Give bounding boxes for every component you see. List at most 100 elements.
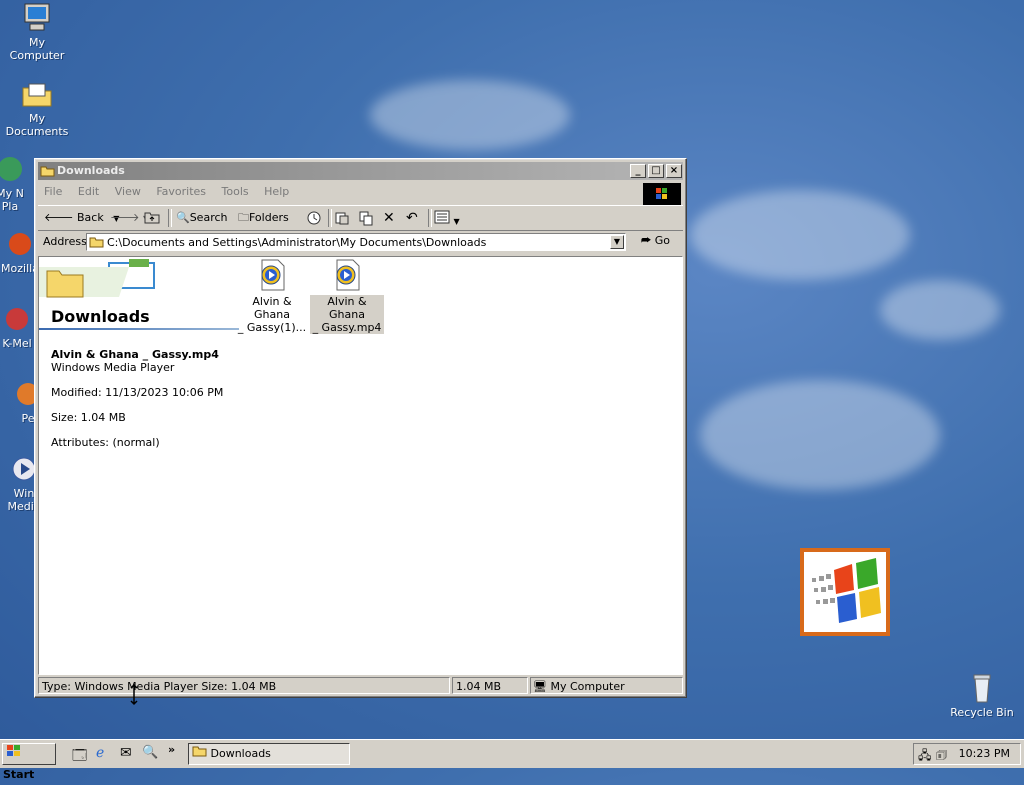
computer-icon: 🖥 (533, 680, 547, 693)
menu-favorites[interactable]: Favorites (150, 182, 212, 201)
file-attributes: Attributes: (normal) (51, 436, 160, 449)
menu-file[interactable]: File (38, 182, 68, 201)
taskbar-window-button[interactable]: Downloads (188, 743, 350, 765)
go-button[interactable]: ⮫ Go (641, 234, 670, 248)
menu-tools[interactable]: Tools (216, 182, 255, 201)
address-bar: Address C:\Documents and Settings\Admini… (38, 231, 683, 255)
tray-app-icon[interactable]: 🗊 (936, 746, 947, 767)
desktop-icon-label: My Documents (5, 112, 69, 138)
windows-flag-icon (5, 744, 21, 765)
undo-button[interactable]: ↶ (406, 210, 418, 226)
modified-date: Modified: 11/13/2023 10:06 PM (51, 386, 224, 399)
folder-icon (192, 744, 207, 764)
folders-icon: 🗀 (238, 211, 249, 224)
move-to-icon (335, 212, 349, 225)
go-arrow-icon: ⮫ (641, 234, 652, 247)
status-size: 1.04 MB (452, 677, 528, 694)
file-name-line: Alvin & Ghana (327, 295, 367, 321)
minimize-button[interactable]: _ (630, 164, 646, 178)
menu-help[interactable]: Help (258, 182, 295, 201)
start-label: Start (3, 768, 35, 781)
status-zone-label: My Computer (550, 680, 625, 693)
chevron-down-icon: ▼ (453, 217, 460, 226)
title-bar[interactable]: Downloads _ □ × (38, 162, 683, 180)
address-dropdown-button[interactable]: ▼ (610, 235, 624, 249)
desktop-icon-recycle-bin[interactable]: Recycle Bin (945, 672, 1019, 719)
views-icon (434, 210, 450, 224)
menu-view[interactable]: View (109, 182, 147, 201)
windows-flag-icon (643, 183, 681, 205)
media-file-icon (331, 259, 363, 291)
file-name-line: _ Gassy.mp4 (312, 321, 382, 334)
back-arrow-icon: 🡐 (44, 211, 74, 224)
go-label: Go (654, 234, 671, 247)
undo-icon: ↶ (406, 210, 418, 226)
search-icon[interactable]: 🔍 (142, 745, 158, 760)
status-info: Type: Windows Media Player Size: 1.04 MB (38, 677, 450, 694)
standard-toolbar: 🡐 Back ▼ 🡒 ▼ 🔍Search 🗀Folders ✕ ↶ (38, 205, 683, 231)
views-button[interactable]: ▼ (434, 210, 460, 226)
network-icon[interactable]: 🖧 (918, 746, 931, 767)
folder-title: Downloads (51, 307, 150, 326)
show-desktop-icon[interactable]: 🗔 (72, 745, 87, 769)
start-button[interactable]: Start (2, 743, 56, 781)
copy-to-button[interactable] (358, 210, 374, 226)
back-button[interactable]: 🡐 Back ▼ (44, 210, 119, 226)
address-input[interactable]: C:\Documents and Settings\Administrator\… (86, 233, 626, 251)
mozilla-icon (4, 228, 36, 260)
history-button[interactable] (306, 210, 322, 226)
search-icon: 🔍 (176, 211, 190, 224)
up-folder-icon (144, 212, 160, 224)
globe-icon (0, 153, 26, 185)
delete-icon: ✕ (383, 210, 395, 226)
file-item[interactable]: Alvin & Ghana _ Gassy(1)... (235, 259, 309, 334)
address-label: Address (43, 235, 87, 248)
menu-edit[interactable]: Edit (72, 182, 105, 201)
window-title: Downloads (57, 164, 125, 177)
back-label: Back (77, 211, 104, 224)
media-file-icon (256, 259, 288, 291)
file-size: Size: 1.04 MB (51, 411, 126, 424)
folder-content-area[interactable]: Downloads Alvin & Ghana _ Gassy.mp4 Wind… (38, 256, 683, 675)
outlook-express-icon[interactable]: ✉ (120, 745, 132, 761)
file-item-selected[interactable]: Alvin & Ghana _ Gassy.mp4 (310, 259, 384, 334)
copy-to-icon (359, 211, 373, 226)
up-folder-button[interactable] (144, 210, 160, 226)
folder-icon (40, 164, 55, 183)
address-value: C:\Documents and Settings\Administrator\… (107, 236, 487, 249)
taskbar: Start 🗔 ℯ ✉ 🔍 » Downloads 🖧 🗊 10:23 PM (0, 739, 1024, 781)
desktop-icon-label: My Computer (9, 36, 65, 62)
folders-button[interactable]: 🗀Folders (238, 210, 289, 226)
windows-logo-image (800, 548, 890, 636)
mouse-cursor-icon (129, 683, 139, 709)
status-zone: 🖥 My Computer (530, 677, 683, 694)
documents-folder-icon (21, 78, 53, 110)
desktop-icon-my-computer[interactable]: My Computer (0, 2, 74, 62)
computer-icon (21, 2, 53, 34)
close-button[interactable]: × (666, 164, 682, 178)
title-underline (39, 328, 239, 330)
menu-bar: File Edit View Favorites Tools Help (38, 182, 683, 205)
selected-file-name: Alvin & Ghana _ Gassy.mp4 (51, 348, 219, 361)
system-tray: 🖧 🗊 10:23 PM (913, 743, 1021, 765)
taskbar-window-label: Downloads (210, 747, 271, 760)
history-icon (307, 211, 321, 225)
internet-explorer-icon[interactable]: ℯ (96, 745, 104, 761)
clock[interactable]: 10:23 PM (959, 747, 1010, 760)
file-name-line: _ Gassy(1)... (237, 321, 307, 334)
maximize-button[interactable]: □ (648, 164, 664, 178)
folder-icon (89, 235, 104, 251)
explorer-window: Downloads _ □ × File Edit View Favorites… (34, 158, 687, 698)
move-to-button[interactable] (334, 210, 350, 226)
folders-label: Folders (249, 211, 289, 224)
selected-file-type: Windows Media Player (51, 361, 175, 374)
k-meleon-icon (1, 303, 33, 335)
desktop-icon-label: Recycle Bin (950, 706, 1014, 719)
search-button[interactable]: 🔍Search (176, 210, 228, 226)
recycle-bin-icon (966, 672, 998, 704)
delete-button[interactable]: ✕ (383, 210, 395, 226)
quick-launch-chevron[interactable]: » (168, 743, 175, 756)
folder-info-panel: Downloads Alvin & Ghana _ Gassy.mp4 Wind… (39, 257, 239, 457)
desktop-icon-my-documents[interactable]: My Documents (0, 78, 74, 138)
search-label: Search (189, 211, 228, 224)
